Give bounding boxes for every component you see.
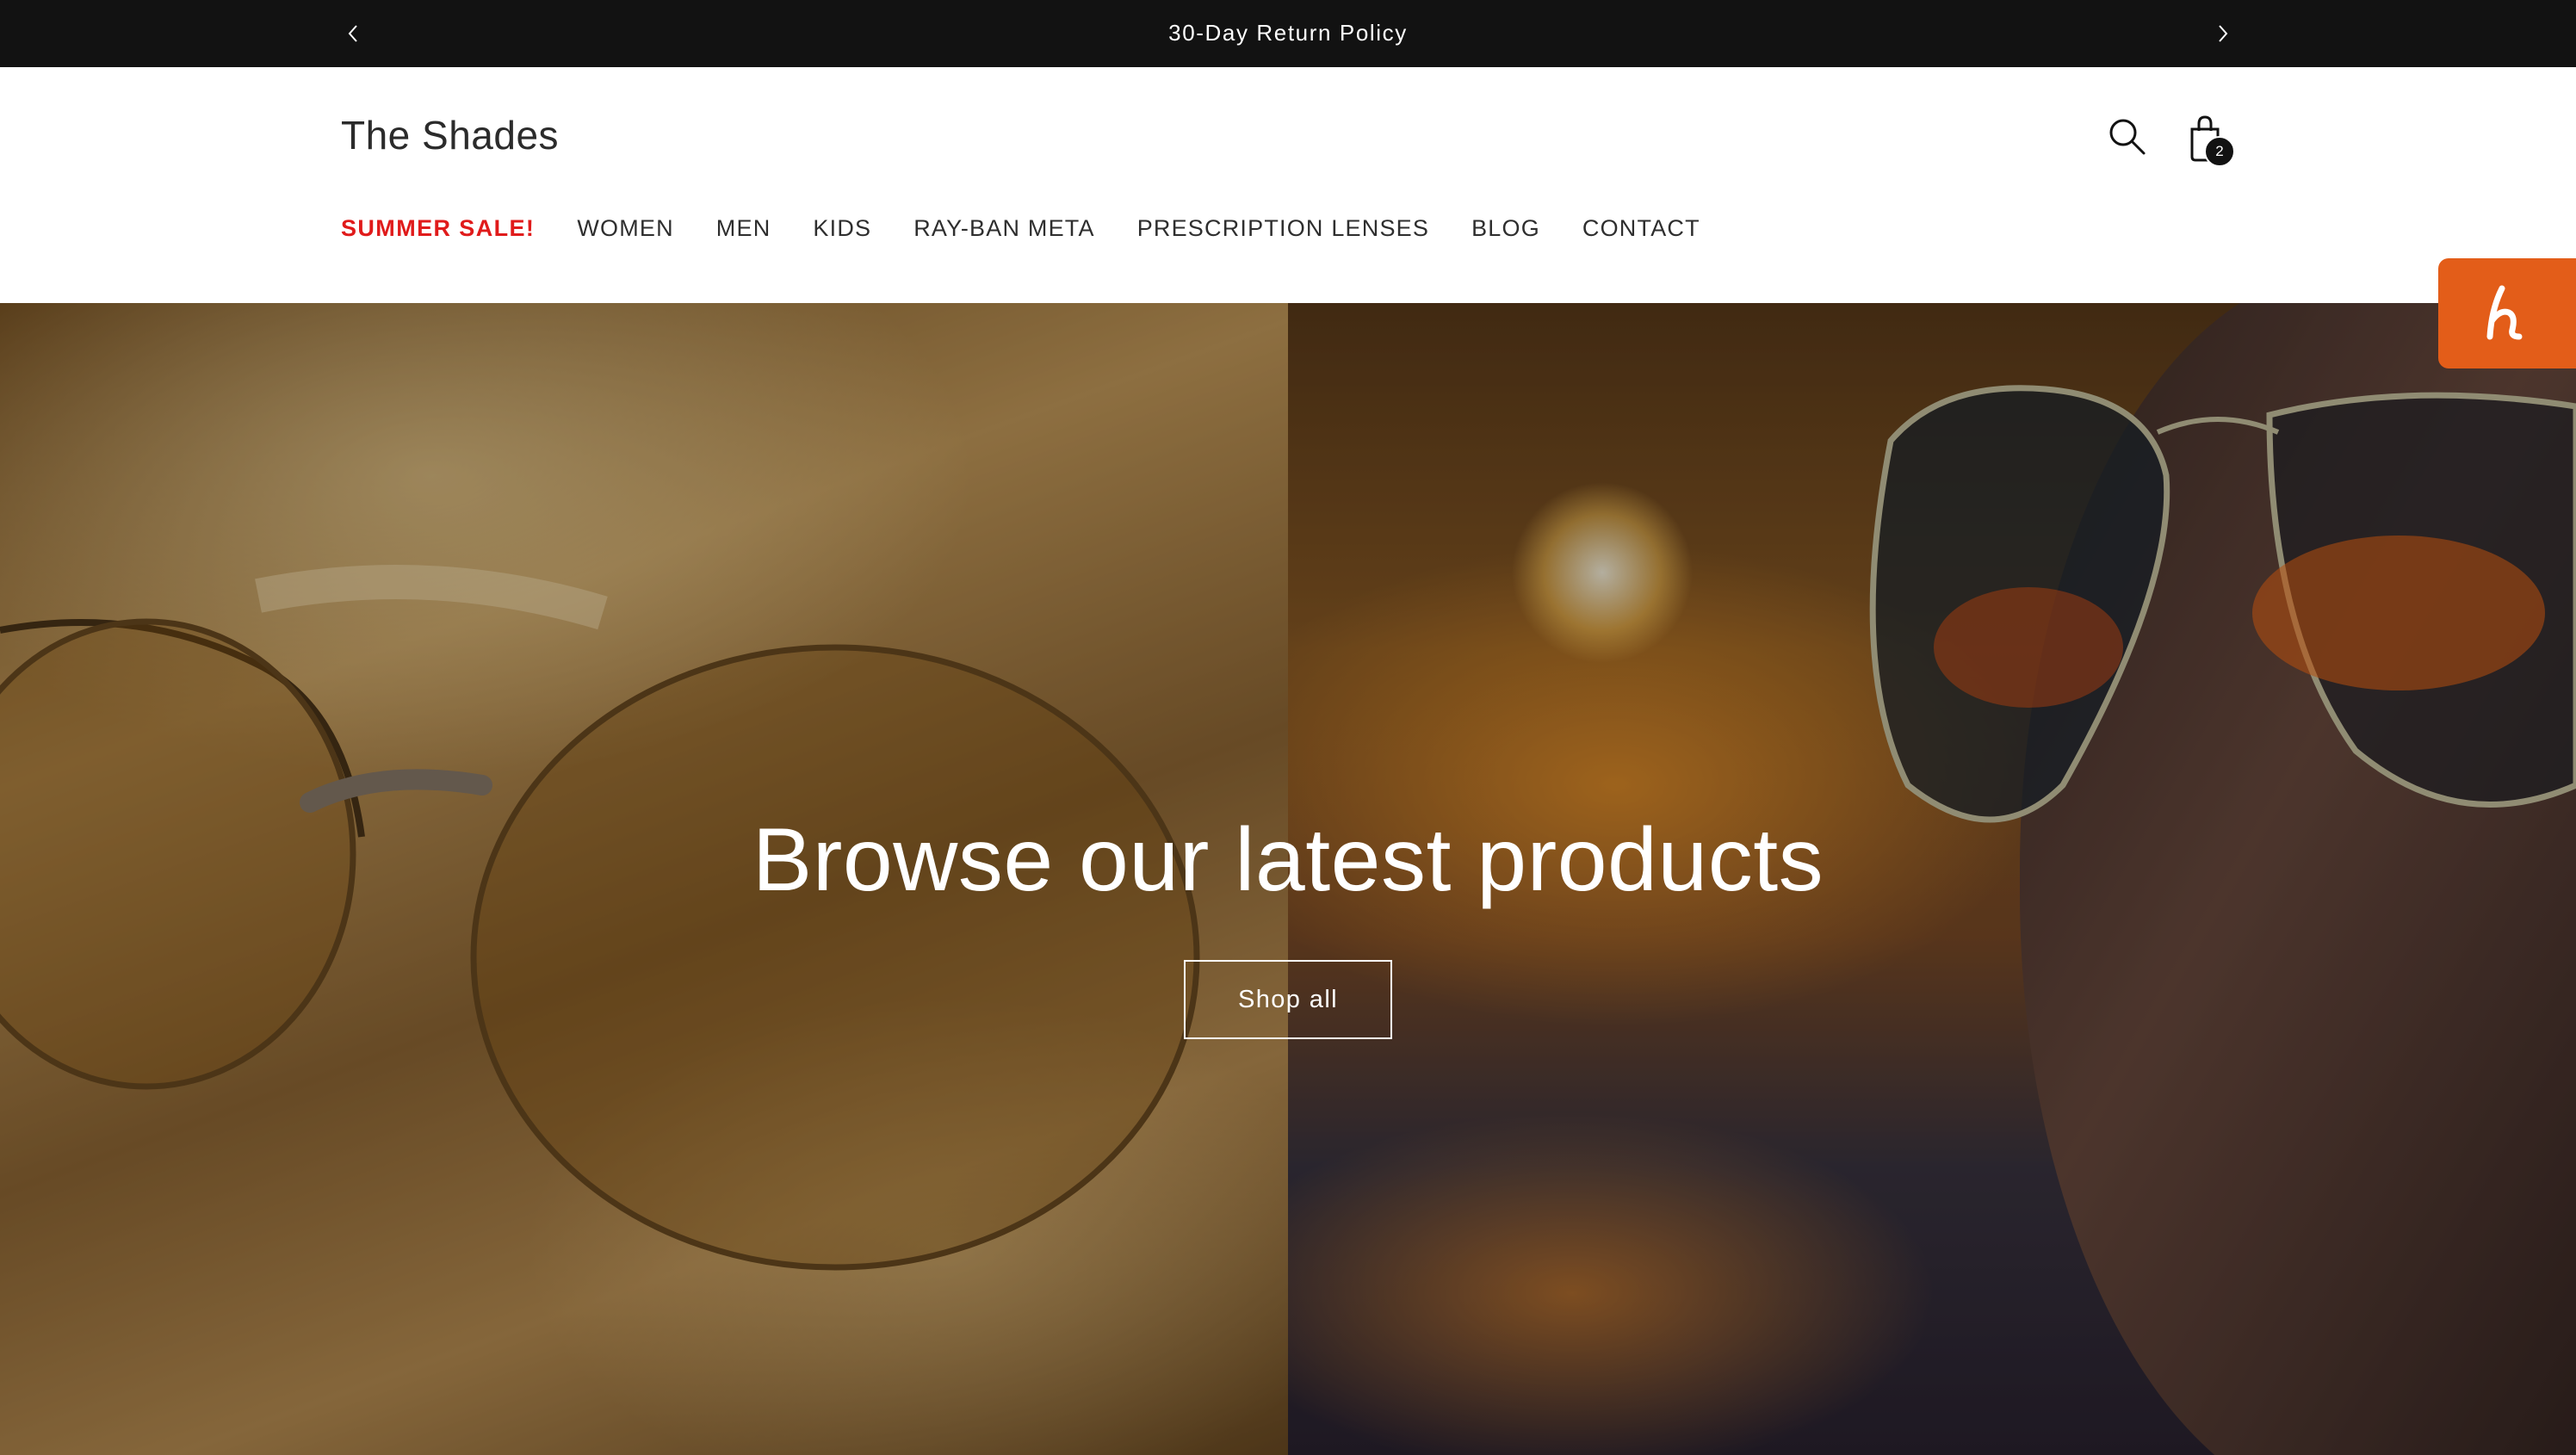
shop-all-button[interactable]: Shop all <box>1184 960 1392 1039</box>
chevron-right-icon <box>2219 25 2228 42</box>
nav-item-summer-sale[interactable]: SUMMER SALE! <box>341 215 535 242</box>
nav-item-contact[interactable]: CONTACT <box>1582 215 1700 242</box>
announcement-bar: 30-Day Return Policy <box>0 0 2576 67</box>
search-icon <box>2109 119 2146 155</box>
cart-count-badge: 2 <box>2204 136 2235 167</box>
announcement-next-button[interactable] <box>2197 0 2249 67</box>
nav-item-blog[interactable]: BLOG <box>1471 215 1540 242</box>
nav-item-ray-ban-meta[interactable]: RAY-BAN META <box>913 215 1094 242</box>
search-button[interactable] <box>2106 115 2149 158</box>
announcement-text: 30-Day Return Policy <box>1168 20 1408 46</box>
site-header: The Shades 2 SUMMER SALE! WOMEN MEN KIDS… <box>0 67 2576 303</box>
nav-item-women[interactable]: WOMEN <box>577 215 673 242</box>
main-navigation: SUMMER SALE! WOMEN MEN KIDS RAY-BAN META… <box>341 215 1743 242</box>
honey-extension-button[interactable] <box>2438 258 2576 368</box>
nav-item-kids[interactable]: KIDS <box>813 215 871 242</box>
nav-item-men[interactable]: MEN <box>716 215 771 242</box>
hero-title: Browse our latest products <box>752 810 1824 910</box>
honey-logo-icon <box>2486 285 2523 340</box>
site-logo[interactable]: The Shades <box>341 112 559 158</box>
nav-item-prescription-lenses[interactable]: PRESCRIPTION LENSES <box>1137 215 1429 242</box>
hero-banner: Browse our latest products Shop all <box>0 303 2576 1455</box>
